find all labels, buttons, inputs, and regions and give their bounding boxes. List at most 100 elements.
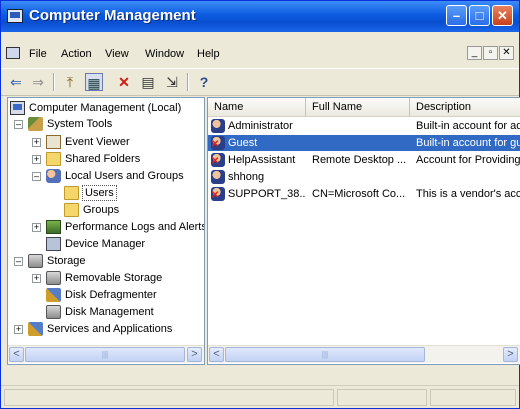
properties-icon[interactable]: ▤ <box>139 73 157 91</box>
forward-arrow-icon[interactable]: ⇒ <box>29 73 47 91</box>
column-header-full-name[interactable]: Full Name <box>306 98 410 116</box>
scroll-thumb[interactable]: ||| <box>25 347 185 362</box>
scroll-thumb[interactable]: ||| <box>225 347 425 362</box>
scroll-right-button[interactable]: > <box>187 347 202 362</box>
title-bar[interactable]: Computer Management – □ ✕ <box>1 1 519 32</box>
computer-management-icon <box>7 9 23 23</box>
tree-horizontal-scrollbar[interactable]: < ||| > <box>8 345 204 363</box>
column-header-description[interactable]: Description <box>410 98 520 116</box>
menu-file[interactable]: File <box>29 48 47 60</box>
status-pane-main <box>4 389 334 406</box>
show-hide-console-tree-icon[interactable]: ▦ <box>85 73 103 91</box>
tree-item-label: Disk Management <box>65 306 154 318</box>
expand-removable-storage-icon[interactable]: + <box>32 274 41 283</box>
table-row[interactable]: SUPPORT_38... CN=Microsoft Co... This is a… <box>208 186 520 204</box>
users-list-view[interactable]: Name Full Name Description Administrator… <box>207 97 520 365</box>
toolbar-separator <box>53 73 55 91</box>
mdi-restore-button[interactable]: ▫ <box>483 46 498 60</box>
mdi-minimize-button[interactable]: _ <box>467 46 482 60</box>
cell-description: Built-in account for gu <box>416 137 520 149</box>
status-pane-tertiary <box>430 389 516 406</box>
cell-description: Account for Providing <box>416 154 520 166</box>
table-row[interactable]: shhong <box>208 169 520 185</box>
window-title: Computer Management <box>29 7 196 24</box>
expand-event-viewer-icon[interactable]: + <box>32 138 41 147</box>
table-row[interactable]: HelpAssistant Remote Desktop ... Account f… <box>208 152 520 170</box>
menu-window[interactable]: Window <box>145 48 184 60</box>
shared-folder-icon <box>46 152 61 166</box>
disk-management-icon <box>46 305 61 319</box>
export-list-icon[interactable]: ⇲ <box>163 73 181 91</box>
list-horizontal-scrollbar[interactable]: < ||| > <box>208 345 520 363</box>
cell-name: SUPPORT_38... <box>228 188 306 200</box>
table-row[interactable]: Guest Built-in account for gu <box>208 135 520 153</box>
menu-view[interactable]: View <box>105 48 129 60</box>
scroll-left-button[interactable]: < <box>209 347 224 362</box>
cell-name: shhong <box>228 171 265 183</box>
up-one-level-icon[interactable]: ⤒ <box>61 73 79 91</box>
storage-icon <box>28 254 43 268</box>
close-button[interactable]: ✕ <box>492 5 513 26</box>
cell-name: HelpAssistant <box>228 154 296 166</box>
mmc-document-icon[interactable] <box>6 47 20 59</box>
collapse-local-users-icon[interactable]: – <box>32 172 41 181</box>
toolbar-separator <box>187 73 189 91</box>
menu-action[interactable]: Action <box>61 48 92 60</box>
status-bar <box>1 385 519 409</box>
tree-item-label: Services and Applications <box>47 323 173 335</box>
computer-icon <box>10 101 25 115</box>
computer-management-window: Computer Management – □ ✕ File Action Vi… <box>0 0 520 409</box>
maximize-button[interactable]: □ <box>469 5 490 26</box>
cell-full-name: CN=Microsoft Co... <box>312 188 406 200</box>
back-arrow-icon[interactable]: ⇐ <box>7 73 25 91</box>
minimize-button[interactable]: – <box>446 5 467 26</box>
tree-item-label: Event Viewer <box>65 136 130 148</box>
list-header: Name Full Name Description <box>208 98 520 117</box>
collapse-system-tools-icon[interactable]: – <box>14 120 23 129</box>
cell-description: Built-in account for ad <box>416 120 520 132</box>
scroll-right-button[interactable]: > <box>503 347 518 362</box>
help-icon[interactable]: ? <box>195 73 213 91</box>
user-icon <box>211 119 225 133</box>
delete-icon[interactable]: ✕ <box>115 73 133 91</box>
tree-item-label: Shared Folders <box>65 153 141 165</box>
console-tree[interactable]: Computer Management (Local) – System Too… <box>7 97 205 365</box>
performance-icon <box>46 220 61 234</box>
column-header-name[interactable]: Name <box>208 98 306 116</box>
tree-item-label: Local Users and Groups <box>65 170 184 182</box>
removable-storage-icon <box>46 271 61 285</box>
menu-help[interactable]: Help <box>197 48 220 60</box>
tree-item-label: Storage <box>47 255 86 267</box>
tree-item-label: Disk Defragmenter <box>65 289 157 301</box>
tree-item-label: Device Manager <box>65 238 146 250</box>
disk-defragmenter-icon <box>46 288 61 302</box>
user-icon <box>211 170 225 184</box>
device-manager-icon <box>46 237 61 251</box>
tree-item-label: Computer Management (Local) <box>29 102 182 114</box>
menu-bar: File Action View Window Help _ ▫ ✕ <box>1 44 519 64</box>
cell-full-name: Remote Desktop ... <box>312 154 407 166</box>
expand-shared-folders-icon[interactable]: + <box>32 155 41 164</box>
folder-icon <box>64 203 79 217</box>
scroll-left-button[interactable]: < <box>9 347 24 362</box>
folder-icon <box>64 186 79 200</box>
tools-icon <box>28 117 43 131</box>
services-icon <box>28 322 43 336</box>
cell-description: This is a vendor's acc <box>416 188 520 200</box>
user-icon <box>211 153 225 170</box>
cell-name: Administrator <box>228 120 293 132</box>
status-pane-secondary <box>337 389 427 406</box>
user-icon <box>211 136 225 153</box>
tree-item-label: Users <box>82 185 117 201</box>
expand-performance-logs-icon[interactable]: + <box>32 223 41 232</box>
tree-item-label: Groups <box>83 204 120 216</box>
table-row[interactable]: Administrator Built-in account for ad <box>208 118 520 134</box>
mdi-close-button[interactable]: ✕ <box>499 46 514 60</box>
user-icon <box>211 187 225 204</box>
tree-item-label: System Tools <box>47 118 113 130</box>
expand-services-icon[interactable]: + <box>14 325 23 334</box>
collapse-storage-icon[interactable]: – <box>14 257 23 266</box>
event-viewer-icon <box>46 135 61 149</box>
tree-item-label: Performance Logs and Alerts <box>65 221 205 233</box>
users-group-icon <box>46 169 61 183</box>
